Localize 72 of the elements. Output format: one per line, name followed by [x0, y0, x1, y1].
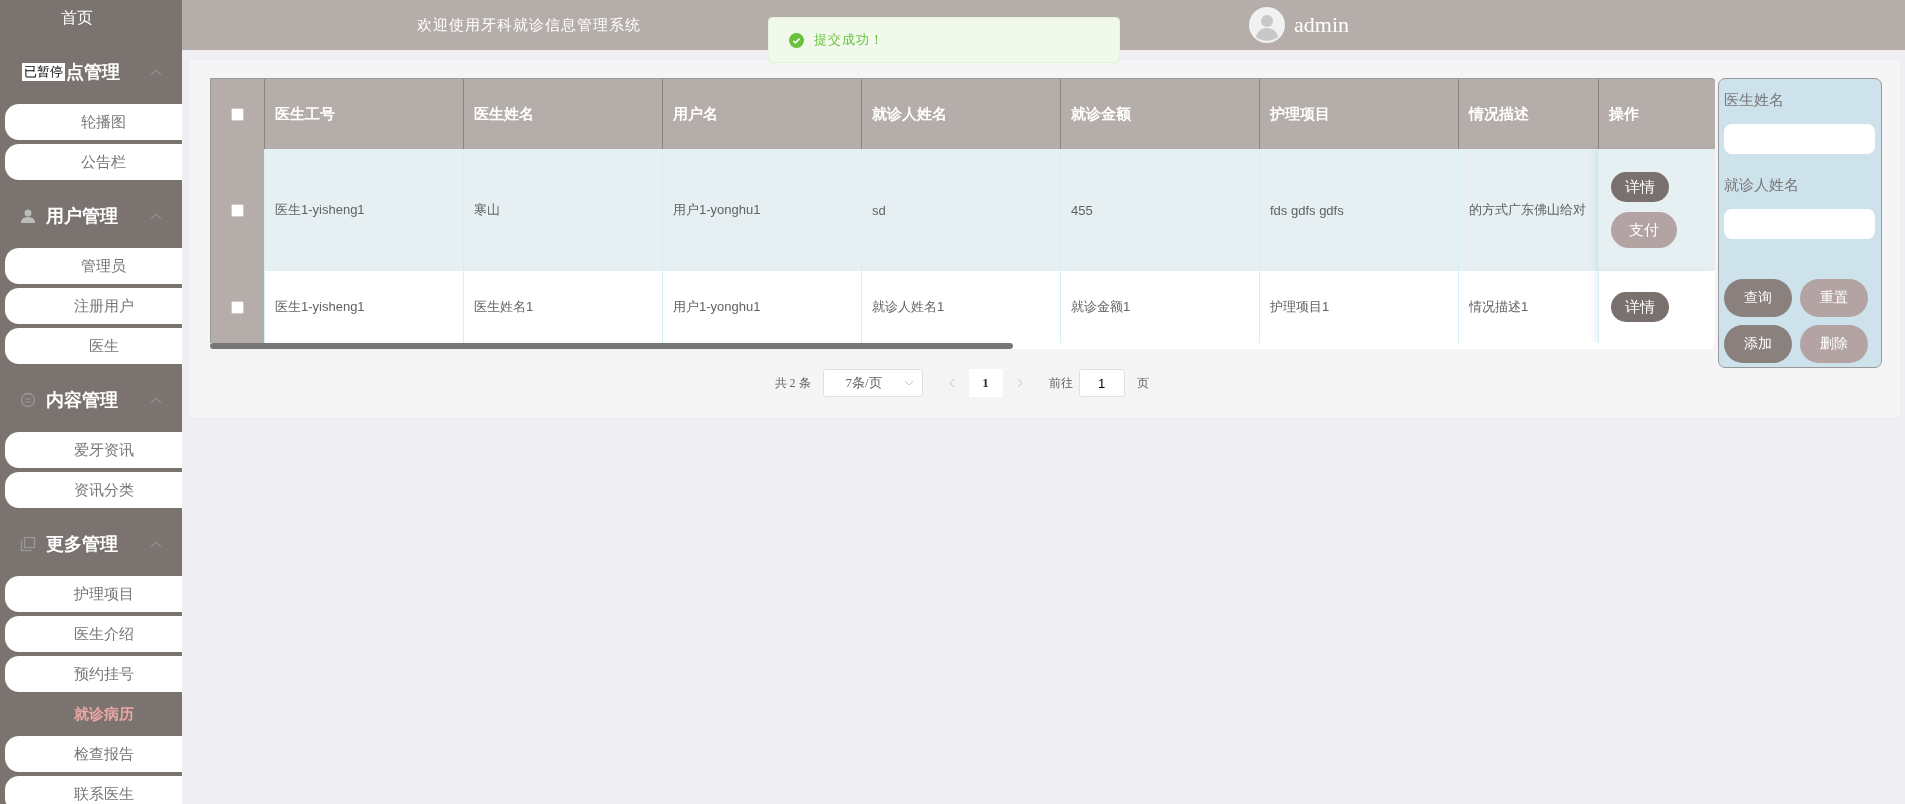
- column-header: 就诊人姓名: [861, 79, 1060, 149]
- chevron-up-icon[interactable]: [150, 540, 162, 548]
- toast-message: 提交成功！: [814, 31, 884, 49]
- page-number[interactable]: 1: [968, 369, 1003, 397]
- copy-icon: [20, 536, 36, 552]
- page-input[interactable]: 1: [1078, 369, 1125, 397]
- menu-group-title[interactable]: 点管理: [66, 60, 140, 84]
- search-button[interactable]: 查询: [1724, 279, 1792, 317]
- sidebar-item[interactable]: 管理员: [5, 248, 182, 284]
- scrollbar-thumb[interactable]: [210, 343, 1013, 349]
- sidebar-item[interactable]: 轮播图: [5, 104, 182, 140]
- column-header: 用户名: [662, 79, 861, 149]
- menu-group-title[interactable]: 内容管理: [46, 388, 140, 412]
- table-cell: 用户1-yonghu1: [662, 271, 861, 343]
- column-header: 护理项目: [1259, 79, 1458, 149]
- table-cell: sd: [861, 149, 1060, 271]
- table-cell: 医生1-yisheng1: [264, 271, 463, 343]
- goto-label: 前往: [1048, 374, 1073, 392]
- paused-label: 已暂停: [22, 63, 65, 81]
- avatar-icon[interactable]: [1249, 7, 1285, 43]
- column-header: 就诊金额: [1060, 79, 1259, 149]
- previous-icon[interactable]: [947, 378, 956, 388]
- table-cell: 就诊人姓名1: [861, 271, 1060, 343]
- details-button[interactable]: 详情: [1611, 292, 1669, 322]
- sidebar-item[interactable]: 预约挂号: [5, 656, 182, 692]
- sidebar-item[interactable]: 检查报告: [5, 736, 182, 772]
- table-cell: 用户1-yonghu1: [662, 149, 861, 271]
- field-label: 就诊人姓名: [1724, 176, 1800, 195]
- total-count: 共 2 条: [774, 374, 811, 392]
- chevron-up-icon[interactable]: [150, 68, 162, 76]
- next-icon[interactable]: [1015, 378, 1024, 388]
- input-field[interactable]: [1724, 209, 1875, 239]
- table-cell: 医生姓名1: [463, 271, 662, 343]
- table-cell: 的方式广东佛山给对: [1458, 149, 1598, 271]
- sidebar-item[interactable]: 首页: [0, 0, 154, 40]
- person-icon: [20, 208, 36, 224]
- page-size-select[interactable]: 7条/页: [822, 369, 923, 397]
- chevron-down-icon[interactable]: [903, 380, 914, 386]
- check-circle-icon: [789, 32, 804, 48]
- table-cell: 就诊金额1: [1060, 271, 1259, 343]
- welcome-text: 欢迎使用牙科就诊信息管理系统: [417, 15, 641, 35]
- menu-group-title[interactable]: 更多管理: [46, 532, 140, 556]
- menu-group-title[interactable]: 用户管理: [46, 204, 140, 228]
- table-cell: fds gdfs gdfs: [1259, 149, 1458, 271]
- column-header: 医生工号: [264, 79, 463, 149]
- table-cell: 情况描述1: [1458, 271, 1598, 343]
- chevron-up-icon[interactable]: [150, 212, 162, 220]
- sidebar-item[interactable]: 公告栏: [5, 144, 182, 180]
- sidebar-item[interactable]: 资讯分类: [5, 472, 182, 508]
- add-button[interactable]: 添加: [1724, 325, 1792, 363]
- column-header: 操作: [1598, 79, 1715, 149]
- sidebar-item[interactable]: 医生: [5, 328, 182, 364]
- details-button[interactable]: 详情: [1611, 172, 1669, 202]
- sidebar-item[interactable]: 爱牙资讯: [5, 432, 182, 468]
- row-checkbox[interactable]: [231, 203, 244, 217]
- sidebar-item[interactable]: 医生介绍: [5, 616, 182, 652]
- field-label: 医生姓名: [1724, 91, 1785, 110]
- select-all-checkbox[interactable]: [231, 107, 244, 121]
- table-cell: 寒山: [463, 149, 662, 271]
- table-cell: 护理项目1: [1259, 271, 1458, 343]
- column-header: 情况描述: [1458, 79, 1598, 149]
- sidebar-item[interactable]: 护理项目: [5, 576, 182, 612]
- page-suffix: 页: [1136, 374, 1149, 392]
- chat-icon: [20, 392, 36, 408]
- sidebar-item[interactable]: 联系医生: [5, 776, 182, 804]
- table-cell: 医生1-yisheng1: [264, 149, 463, 271]
- sidebar-item[interactable]: 注册用户: [5, 288, 182, 324]
- column-header: 医生姓名: [463, 79, 662, 149]
- table-cell: 455: [1060, 149, 1259, 271]
- input-field[interactable]: [1724, 124, 1875, 154]
- row-checkbox[interactable]: [231, 300, 244, 314]
- chevron-up-icon[interactable]: [150, 396, 162, 404]
